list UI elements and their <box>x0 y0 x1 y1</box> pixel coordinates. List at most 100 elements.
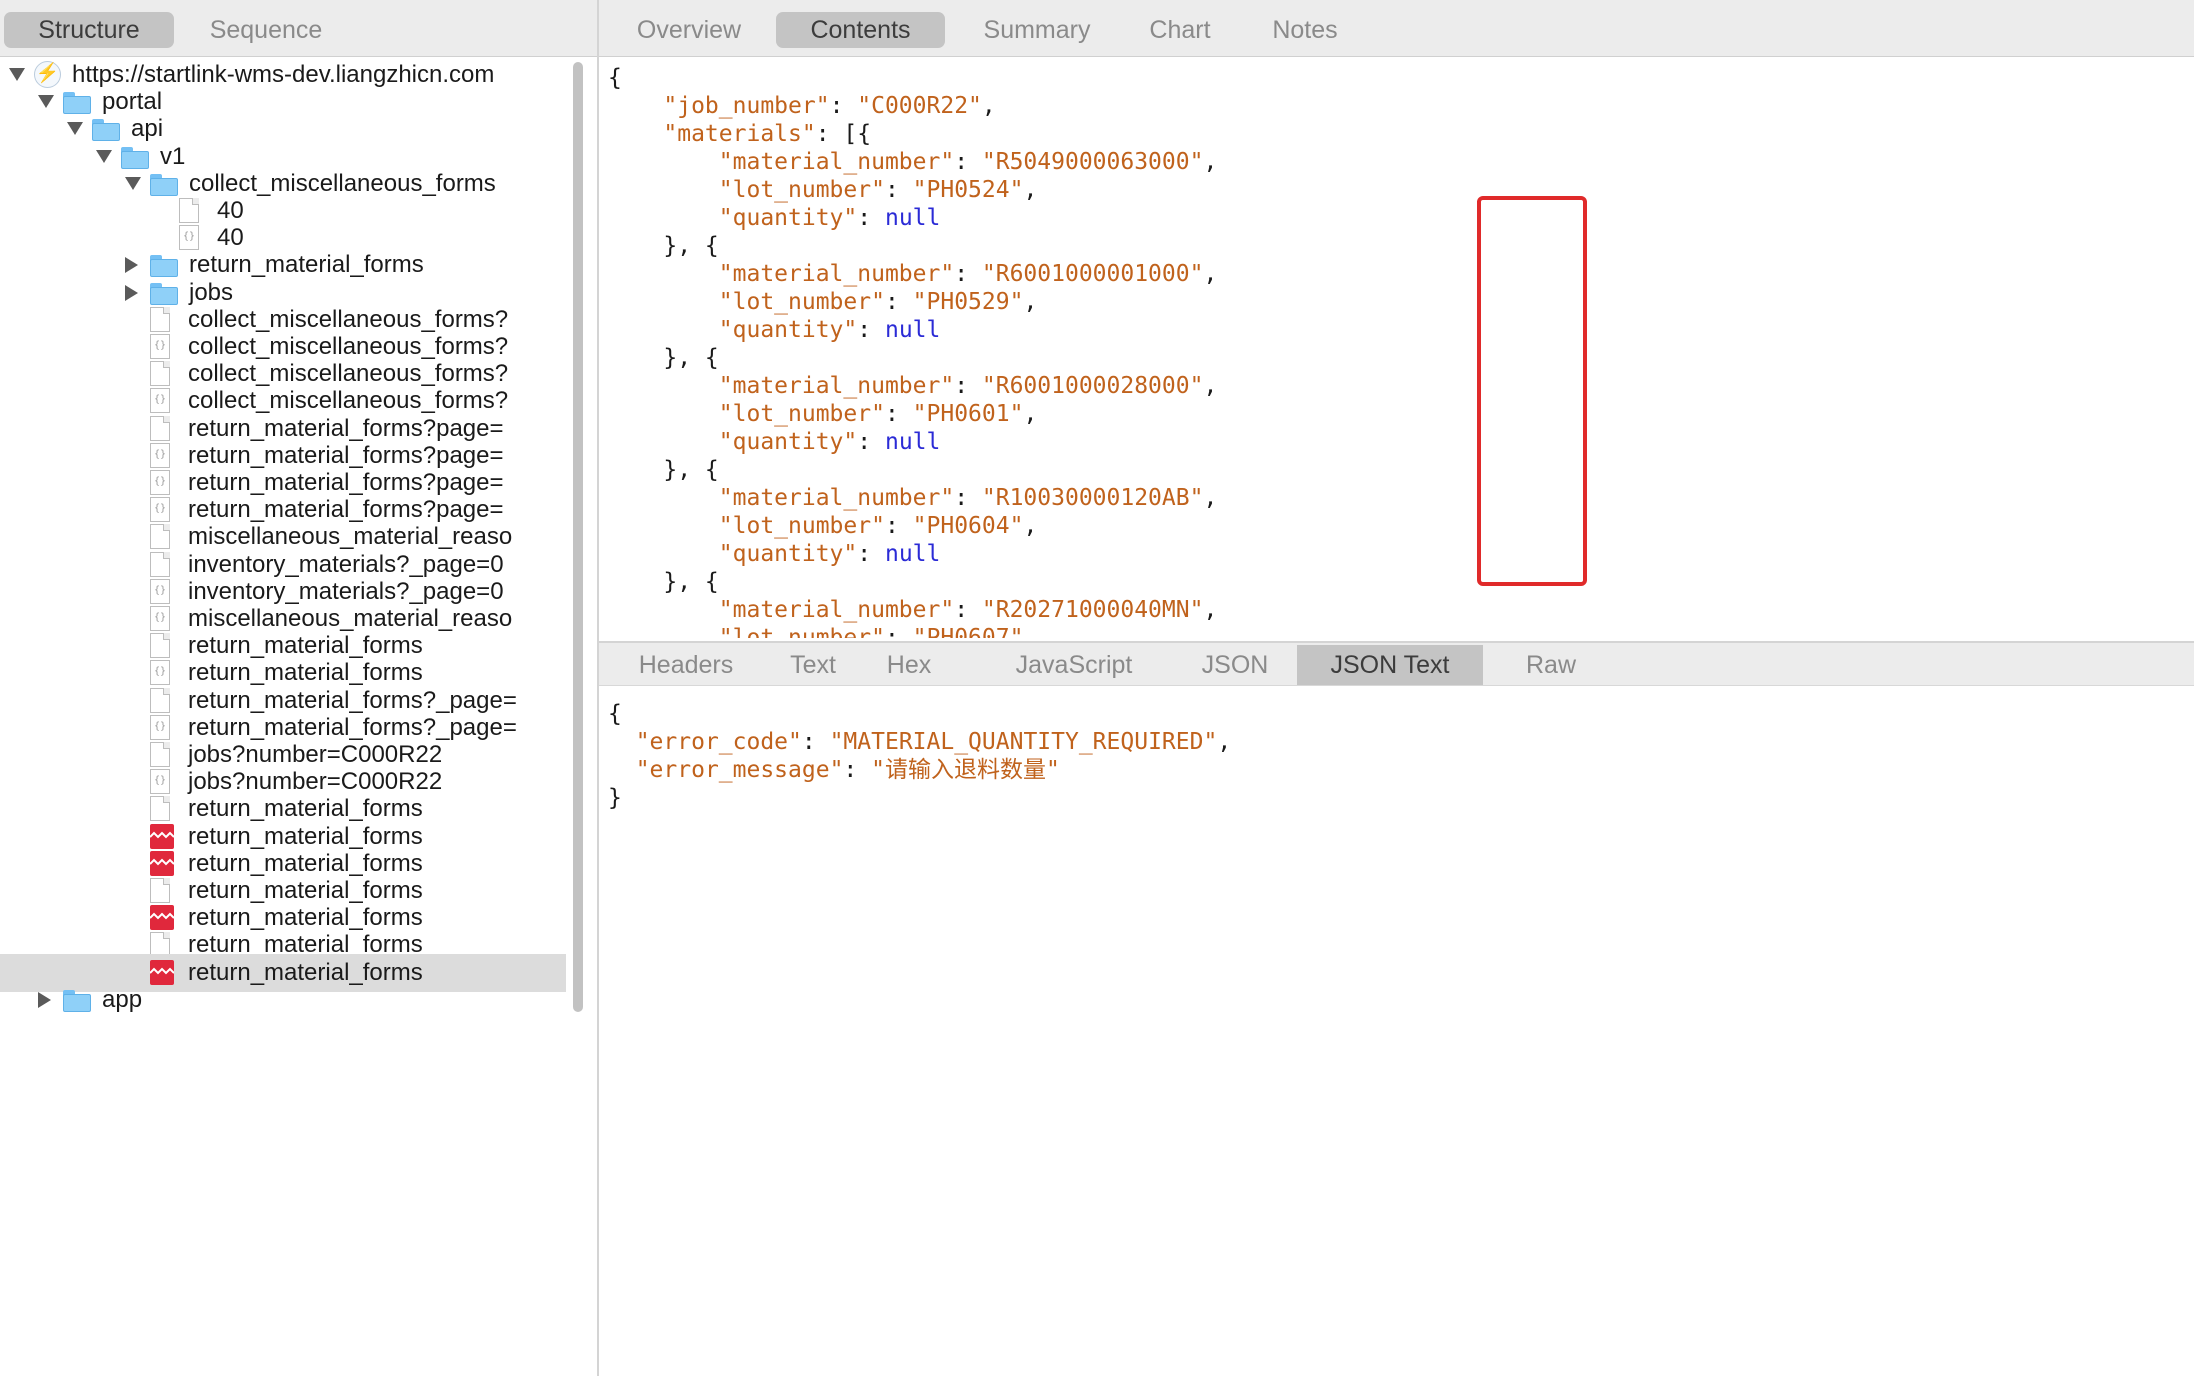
json-punctuation: , <box>1203 485 1218 511</box>
tab-notes[interactable]: Notes <box>1251 12 1359 48</box>
tree-row[interactable]: app <box>0 981 566 1019</box>
detail-pane: Overview Contents Summary Chart Notes { "job… <box>599 0 2194 1376</box>
code-line: "material_number": "R5049000063000", <box>608 148 1218 176</box>
request-body-viewer[interactable]: { "job_number": "C000R22", "materials": … <box>608 64 1217 638</box>
json-punctuation: , <box>1203 373 1218 399</box>
code-line: } <box>608 784 1231 812</box>
json-punctuation: : <box>954 149 982 175</box>
json-string: "请输入退料数量" <box>871 757 1060 783</box>
json-punctuation <box>608 93 663 119</box>
code-line: { <box>608 64 1217 92</box>
json-key: "lot_number" <box>718 513 885 539</box>
code-line: "material_number": "R6001000028000", <box>608 372 1218 400</box>
code-line: "error_message": "请输入退料数量" <box>608 756 1231 784</box>
annotation-highlight-box <box>1477 196 1587 586</box>
tab-raw[interactable]: Raw <box>1499 645 1603 685</box>
tab-text[interactable]: Text <box>775 645 851 685</box>
disclosure-collapsed-icon[interactable] <box>38 991 51 1008</box>
json-punctuation <box>608 177 719 203</box>
json-punctuation: : <box>857 205 885 231</box>
tree-scrollbar[interactable] <box>573 62 583 1012</box>
tab-headers[interactable]: Headers <box>621 645 751 685</box>
disclosure-collapsed-icon[interactable] <box>125 284 138 301</box>
tab-json[interactable]: JSON <box>1187 645 1283 685</box>
tab-summary[interactable]: Summary <box>964 12 1110 48</box>
disclosure-expanded-icon[interactable] <box>9 68 25 81</box>
json-punctuation: } <box>608 785 622 811</box>
tree-row-label: app <box>102 985 143 1013</box>
json-key: "quantity" <box>718 541 858 567</box>
json-key: "material_number" <box>718 373 955 399</box>
json-punctuation: : <box>954 373 982 399</box>
json-punctuation: , <box>1023 513 1038 539</box>
tab-structure[interactable]: Structure <box>4 12 174 48</box>
json-punctuation: : <box>857 317 885 343</box>
json-punctuation <box>608 541 719 567</box>
code-line: "quantity": null <box>608 204 1217 232</box>
json-punctuation: { <box>608 65 622 91</box>
tab-sequence[interactable]: Sequence <box>180 12 352 48</box>
code-line: "quantity": null <box>608 316 1217 344</box>
host-tree: ⚡ https://startlink-wms-dev.liangzhicn.co… <box>0 56 570 1376</box>
json-punctuation: }, { <box>608 569 719 595</box>
code-line: "lot_number": "PH0604", <box>608 512 1217 540</box>
json-string: "C000R22" <box>857 93 982 119</box>
json-punctuation: : <box>884 289 913 315</box>
json-key: "lot_number" <box>718 625 885 638</box>
json-punctuation: , <box>1023 289 1038 315</box>
tab-overview[interactable]: Overview <box>621 12 757 48</box>
json-null: null <box>884 429 941 455</box>
json-punctuation: , <box>1023 401 1038 427</box>
json-punctuation: : <box>954 597 982 623</box>
code-line: "lot_number": "PH0607", <box>608 624 1217 638</box>
json-punctuation <box>608 317 719 343</box>
json-string: "PH0529" <box>912 289 1024 315</box>
disclosure-expanded-icon[interactable] <box>125 176 141 190</box>
json-punctuation: : <box>801 729 830 755</box>
json-key: "job_number" <box>663 93 830 119</box>
json-punctuation: : <box>954 485 982 511</box>
code-line: "material_number": "R20271000040MN", <box>608 596 1218 624</box>
json-punctuation: : [{ <box>815 121 872 147</box>
json-key: "lot_number" <box>718 289 885 315</box>
disclosure-expanded-icon[interactable] <box>38 95 54 109</box>
json-string: "R10030000120AB" <box>981 485 1204 511</box>
json-punctuation <box>608 757 636 783</box>
json-key: "error_message" <box>635 757 844 783</box>
detail-tab-bar: Overview Contents Summary Chart Notes <box>599 0 2194 57</box>
json-punctuation <box>608 513 719 539</box>
tab-hex[interactable]: Hex <box>867 645 951 685</box>
disclosure-collapsed-icon[interactable] <box>125 257 138 274</box>
code-line: "error_code": "MATERIAL_QUANTITY_REQUIRE… <box>608 728 1231 756</box>
response-body-viewer[interactable]: { "error_code": "MATERIAL_QUANTITY_REQUI… <box>608 700 1231 812</box>
tab-json-text[interactable]: JSON Text <box>1297 645 1483 685</box>
code-line: }, { <box>608 456 1217 484</box>
disclosure-expanded-icon[interactable] <box>96 149 112 163</box>
code-line: "quantity": null <box>608 428 1217 456</box>
json-punctuation: , <box>1203 597 1218 623</box>
tab-chart[interactable]: Chart <box>1126 12 1234 48</box>
tab-contents[interactable]: Contents <box>776 12 945 48</box>
json-punctuation <box>608 205 719 231</box>
json-punctuation <box>608 289 719 315</box>
json-punctuation: , <box>1203 261 1218 287</box>
json-string: "PH0607" <box>912 625 1024 638</box>
json-punctuation <box>608 121 663 147</box>
json-punctuation: : <box>884 513 913 539</box>
json-key: "quantity" <box>718 429 858 455</box>
json-string: "R20271000040MN" <box>981 597 1204 623</box>
json-key: "material_number" <box>718 597 955 623</box>
code-line: "lot_number": "PH0529", <box>608 288 1217 316</box>
json-punctuation: }, { <box>608 233 719 259</box>
json-punctuation: : <box>884 625 913 638</box>
tab-javascript[interactable]: JavaScript <box>999 645 1149 685</box>
disclosure-expanded-icon[interactable] <box>67 122 83 136</box>
json-punctuation: : <box>843 757 872 783</box>
code-line: }, { <box>608 568 1217 596</box>
response-tab-bar: Headers Text Hex JavaScript JSON JSON Text Raw <box>599 641 2194 686</box>
code-line: "quantity": null <box>608 540 1217 568</box>
left-tab-bar: Structure Sequence <box>0 0 597 57</box>
json-punctuation: { <box>608 701 622 727</box>
json-key: "quantity" <box>718 317 858 343</box>
json-punctuation: : <box>884 177 913 203</box>
